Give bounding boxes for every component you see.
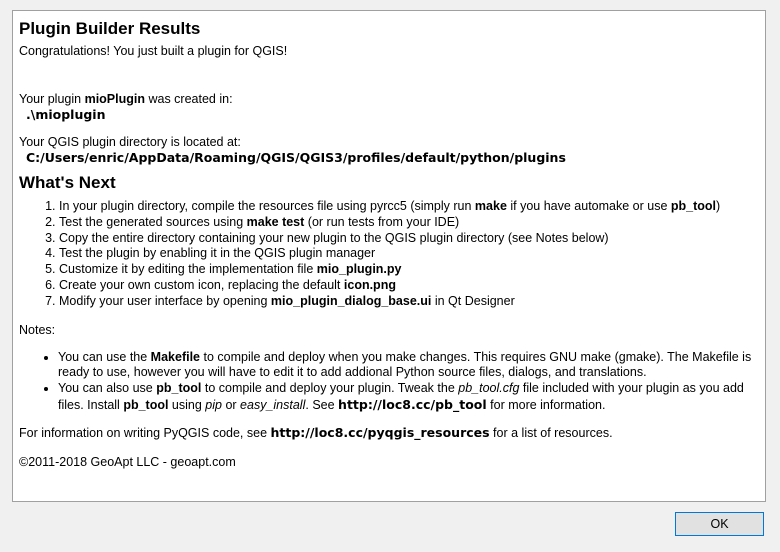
copyright-text: ©2011-2018 GeoApt LLC - geoapt.com: [19, 455, 236, 470]
page-title: Plugin Builder Results: [19, 19, 201, 38]
pyqgis-resources-link[interactable]: http://loc8.cc/pyqgis_resources: [271, 425, 490, 440]
ok-button[interactable]: OK: [675, 512, 764, 536]
plugin-dir-path: C:/Users/enric/AppData/Roaming/QGIS/QGIS…: [26, 150, 566, 165]
congrats-text: Congratulations! You just built a plugin…: [19, 44, 288, 58]
note-item: You can use the Makefile to compile and …: [58, 350, 759, 381]
step-item: Modify your user interface by opening mi…: [59, 294, 759, 310]
plugin-name: mioPlugin: [84, 92, 145, 106]
step-item: Test the generated sources using make te…: [59, 215, 759, 231]
created-line: Your plugin mioPlugin was created in:: [19, 92, 233, 106]
steps-list: In your plugin directory, compile the re…: [19, 199, 759, 310]
plugin-dir-label: Your QGIS plugin directory is located at…: [19, 135, 241, 149]
info-line: For information on writing PyQGIS code, …: [19, 425, 613, 441]
results-panel: Plugin Builder Results Congratulations! …: [12, 10, 766, 502]
step-item: Test the plugin by enabling it in the QG…: [59, 246, 759, 262]
step-item: Create your own custom icon, replacing t…: [59, 278, 759, 294]
plugin-path: .\mioplugin: [26, 107, 106, 122]
notes-list: You can use the Makefile to compile and …: [19, 350, 759, 414]
step-item: Customize it by editing the implementati…: [59, 262, 759, 278]
pb-tool-link[interactable]: http://loc8.cc/pb_tool: [338, 397, 487, 412]
step-item: Copy the entire directory containing you…: [59, 231, 759, 247]
note-item: You can also use pb_tool to compile and …: [58, 381, 759, 413]
step-item: In your plugin directory, compile the re…: [59, 199, 759, 215]
whats-next-heading: What's Next: [19, 173, 116, 192]
notes-label: Notes:: [19, 322, 56, 337]
